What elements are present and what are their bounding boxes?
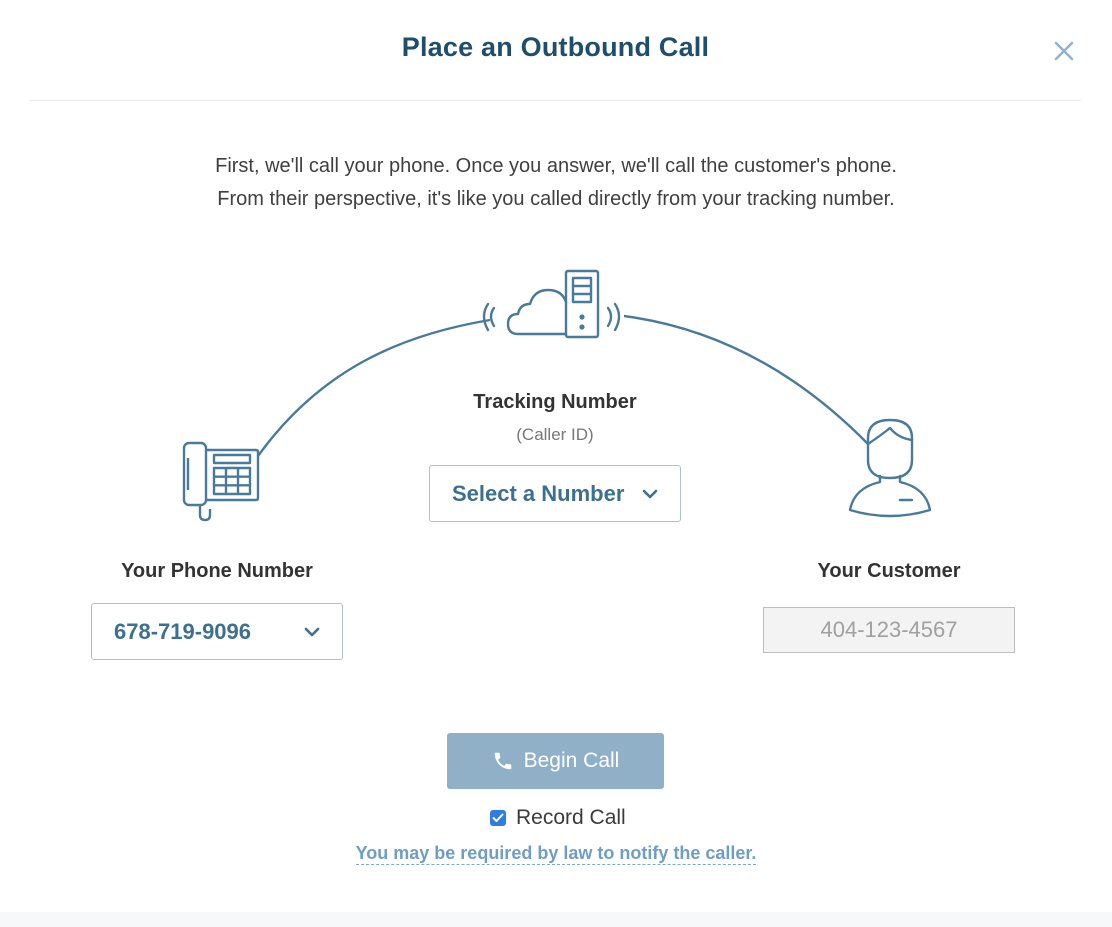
record-call-label[interactable]: Record Call [516, 806, 626, 830]
your-phone-value: 678-719-9096 [114, 618, 252, 644]
dialog-header: Place an Outbound Call [30, 0, 1081, 101]
desk-phone-icon [182, 441, 260, 522]
customer-avatar-icon [848, 418, 932, 518]
intro-line-2: From their perspective, it's like you ca… [217, 188, 895, 210]
intro-text: First, we'll call your phone. Once you a… [0, 150, 1112, 216]
tracking-number-value: Select a Number [452, 480, 625, 506]
customer-phone-input[interactable] [763, 607, 1015, 653]
phone-icon [494, 752, 511, 770]
record-call-row: Record Call [490, 805, 626, 831]
begin-call-label: Begin Call [523, 749, 620, 772]
dialog-title: Place an Outbound Call [401, 32, 710, 62]
dialog-footer [0, 912, 1112, 927]
chevron-down-icon [304, 627, 320, 637]
law-notice-row: You may be required by law to notify the… [0, 843, 1112, 865]
checkmark-icon [492, 813, 504, 822]
tracking-number-label: Tracking Number [473, 391, 637, 413]
close-icon [1054, 41, 1074, 61]
intro-line-1: First, we'll call your phone. Once you a… [215, 155, 897, 177]
chevron-down-icon [642, 489, 658, 499]
caller-id-label: (Caller ID) [516, 425, 594, 444]
your-phone-label: Your Phone Number [121, 560, 313, 582]
begin-call-button[interactable]: Begin Call [447, 733, 664, 789]
your-phone-select[interactable]: 678-719-9096 [91, 603, 343, 660]
cloud-server-icon [482, 269, 621, 339]
law-notice-link[interactable]: You may be required by law to notify the… [355, 843, 757, 865]
tracking-number-select[interactable]: Select a Number [429, 465, 681, 522]
your-customer-label: Your Customer [817, 560, 961, 582]
record-call-checkbox[interactable] [490, 810, 506, 826]
close-button[interactable] [1049, 36, 1079, 66]
